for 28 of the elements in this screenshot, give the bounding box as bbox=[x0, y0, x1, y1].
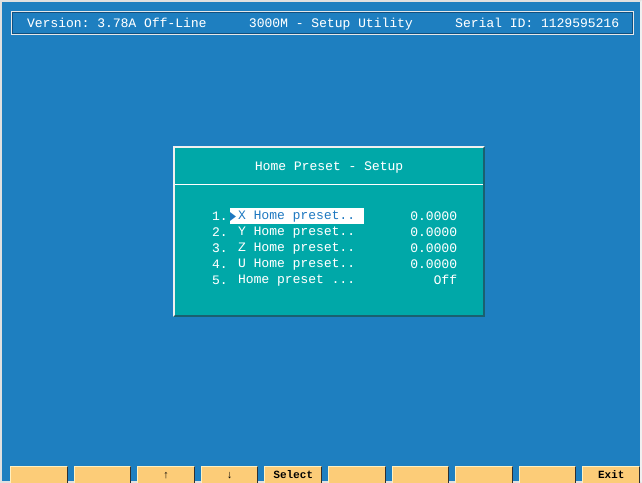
serial-label: Serial ID: 1129595216 bbox=[455, 16, 619, 30]
pointer-icon bbox=[230, 212, 236, 221]
function-key[interactable] bbox=[518, 466, 576, 483]
menu-item[interactable]: Home preset ... bbox=[230, 272, 364, 288]
function-key[interactable] bbox=[328, 466, 386, 483]
item-number: 5. bbox=[212, 272, 229, 288]
function-key[interactable] bbox=[74, 466, 132, 483]
function-key[interactable]: Select bbox=[264, 466, 322, 483]
item-value: 0.0000 bbox=[409, 256, 457, 272]
dialog-title: Home Preset - Setup bbox=[175, 148, 483, 185]
menu-item[interactable]: Z Home preset.. bbox=[230, 240, 364, 256]
item-value: 0.0000 bbox=[409, 208, 457, 224]
menu-item[interactable]: X Home preset.. bbox=[230, 208, 364, 224]
item-number: 3. bbox=[212, 240, 229, 256]
item-value: Off bbox=[432, 272, 457, 288]
window-title: 3000M - Setup Utility bbox=[248, 16, 413, 30]
function-key[interactable]: ↓ bbox=[200, 466, 258, 483]
function-key[interactable]: ↑ bbox=[137, 466, 195, 483]
menu-item[interactable]: Y Home preset.. bbox=[230, 224, 364, 240]
item-value: 0.0000 bbox=[409, 224, 457, 240]
version-label: Version: 3.78A Off-Line bbox=[27, 16, 206, 30]
item-number: 2. bbox=[212, 224, 229, 240]
function-key[interactable] bbox=[392, 466, 450, 483]
item-value: 0.0000 bbox=[409, 240, 457, 256]
item-number: 1. bbox=[212, 208, 229, 224]
menu-item[interactable]: U Home preset.. bbox=[230, 256, 364, 272]
item-number: 4. bbox=[212, 256, 229, 272]
function-key[interactable]: Exit bbox=[582, 466, 640, 483]
